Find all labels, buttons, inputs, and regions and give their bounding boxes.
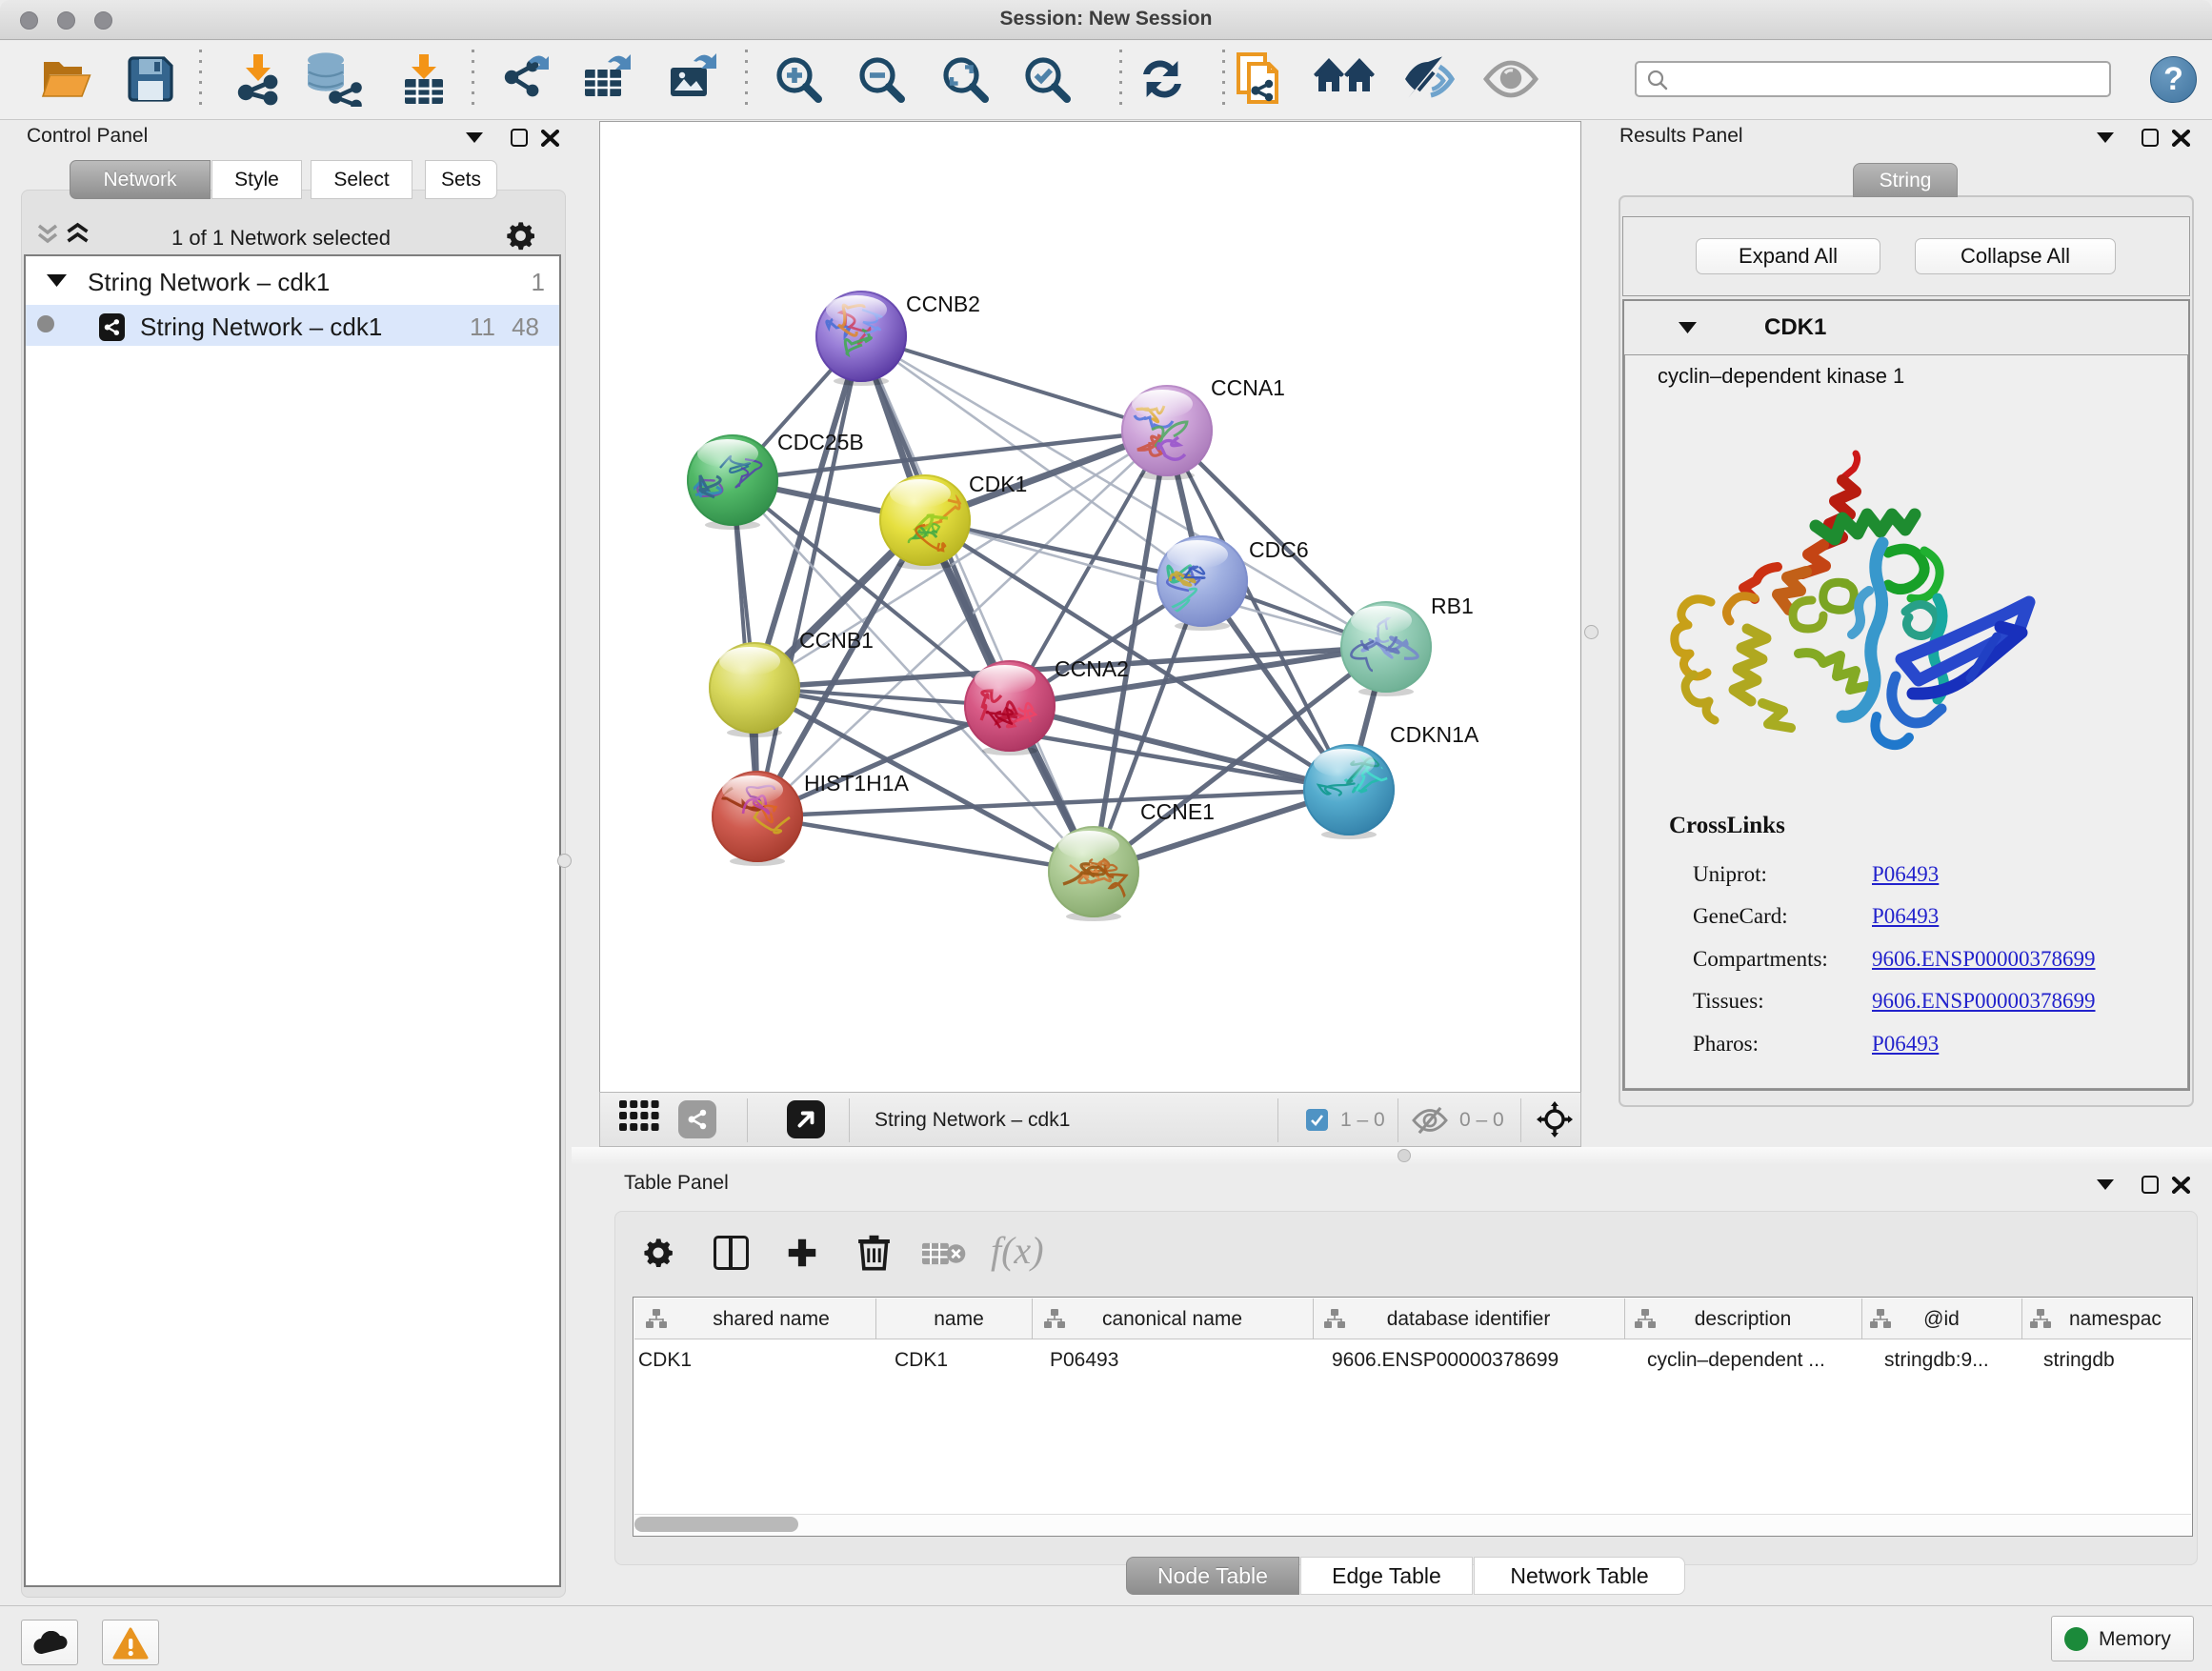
svg-text:HIST1H1A: HIST1H1A <box>804 771 910 795</box>
svg-text:CCNB2: CCNB2 <box>906 292 980 316</box>
svg-text:CCNB1: CCNB1 <box>799 628 874 653</box>
svg-text:CDC25B: CDC25B <box>777 430 864 454</box>
svg-text:RB1: RB1 <box>1431 594 1474 618</box>
svg-text:CCNA2: CCNA2 <box>1055 656 1129 681</box>
svg-text:CDKN1A: CDKN1A <box>1390 722 1479 747</box>
svg-text:CDK1: CDK1 <box>969 472 1027 496</box>
svg-text:CCNE1: CCNE1 <box>1140 799 1215 824</box>
svg-text:CCNA1: CCNA1 <box>1211 375 1285 400</box>
svg-text:CDC6: CDC6 <box>1249 537 1309 562</box>
